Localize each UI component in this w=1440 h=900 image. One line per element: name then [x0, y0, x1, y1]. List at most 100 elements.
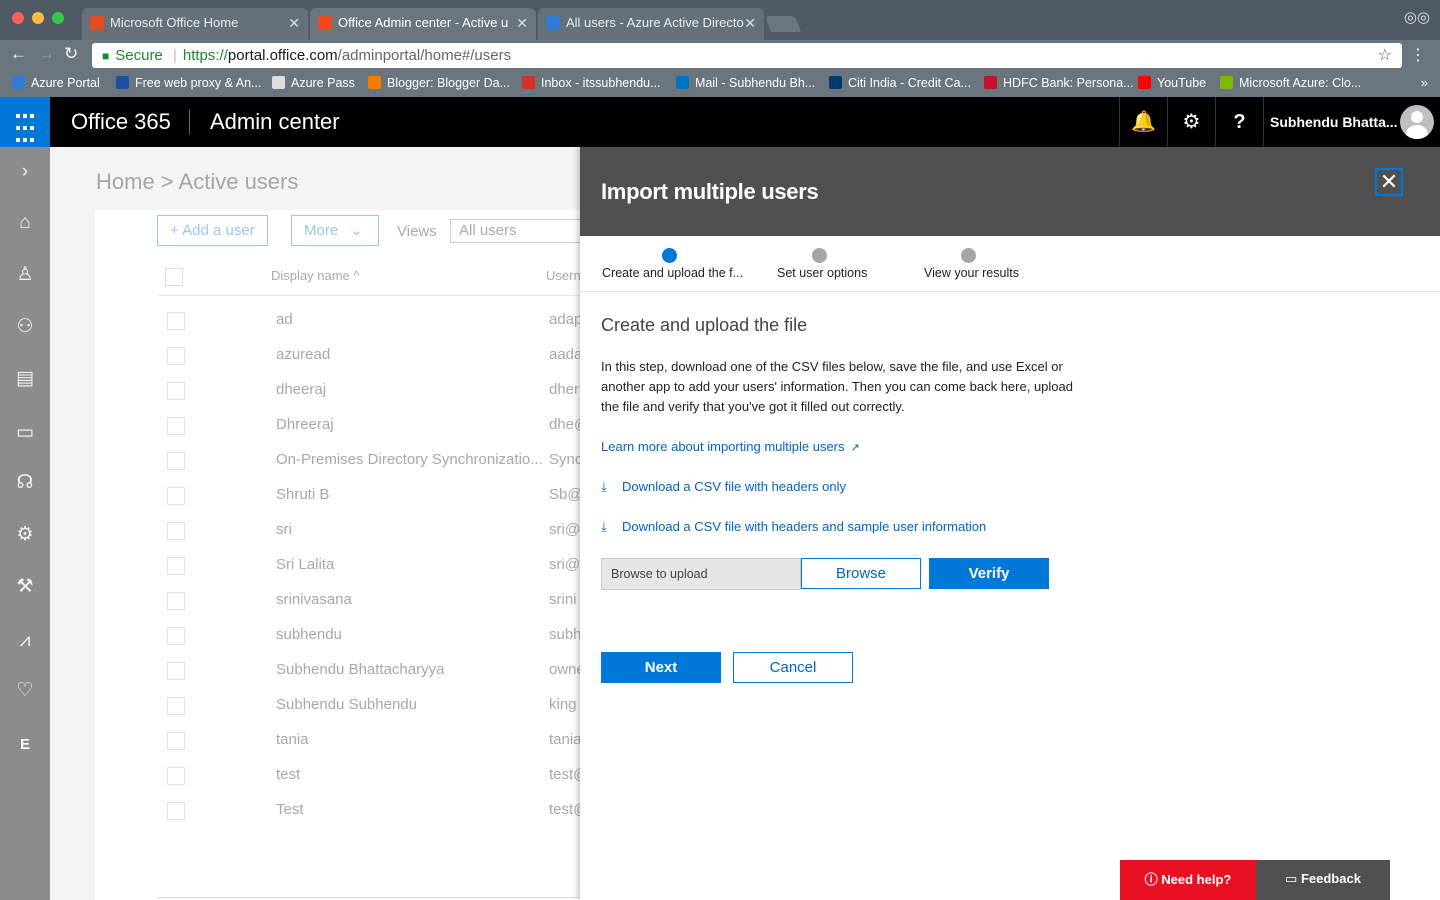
table-row[interactable]: Dhreeraj dhe@: [158, 409, 638, 444]
row-checkbox[interactable]: [167, 802, 185, 820]
help-question-icon[interactable]: ?: [1215, 97, 1263, 147]
new-tab-button[interactable]: [765, 16, 801, 32]
table-row[interactable]: dheeraj dher: [158, 374, 638, 409]
user-display-name[interactable]: Dhreeraj: [276, 416, 334, 433]
user-display-name[interactable]: tania: [276, 731, 309, 748]
verify-button[interactable]: Verify: [929, 558, 1049, 589]
username-column-header[interactable]: Userna: [546, 268, 580, 283]
bookmark-citi-india[interactable]: Citi India - Credit Ca...: [829, 76, 971, 90]
tab-close-icon[interactable]: ✕: [744, 8, 756, 38]
reports-chart-icon[interactable]: ⩘: [0, 621, 50, 661]
row-checkbox[interactable]: [167, 697, 185, 715]
forward-arrow-icon[interactable]: →: [38, 44, 55, 64]
user-menu[interactable]: Subhendu Bhatta...: [1263, 97, 1440, 147]
users-icon[interactable]: ♙: [0, 255, 50, 295]
back-arrow-icon[interactable]: ←: [10, 44, 27, 64]
learn-more-link[interactable]: Learn more about importing multiple user…: [601, 439, 860, 454]
resources-icon[interactable]: ▤: [0, 359, 50, 399]
groups-icon[interactable]: ⚇: [0, 307, 50, 347]
row-checkbox[interactable]: [167, 382, 185, 400]
tab-close-icon[interactable]: ✕: [288, 8, 300, 38]
row-checkbox[interactable]: [167, 312, 185, 330]
user-display-name[interactable]: ad: [276, 311, 293, 328]
exchange-admin-icon[interactable]: E: [0, 725, 50, 765]
table-row[interactable]: Subhendu Bhattacharyya owne: [158, 654, 638, 689]
row-checkbox[interactable]: [167, 347, 185, 365]
row-checkbox[interactable]: [167, 627, 185, 645]
cancel-button[interactable]: Cancel: [733, 652, 853, 683]
user-display-name[interactable]: Subhendu Bhattacharyya: [276, 661, 444, 678]
feedback-button[interactable]: ▭ Feedback: [1256, 860, 1390, 900]
user-display-name[interactable]: On-Premises Directory Synchronizatio...: [276, 451, 543, 468]
bookmark-azure-portal[interactable]: Azure Portal: [12, 76, 100, 90]
app-launcher-icon[interactable]: [0, 97, 50, 147]
bookmark-blogger[interactable]: Blogger: Blogger Da...: [368, 76, 510, 90]
user-display-name[interactable]: Test: [276, 801, 304, 818]
table-row[interactable]: ad adap: [158, 304, 638, 339]
download-csv-headers-link[interactable]: ⤓ Download a CSV file with headers only: [601, 479, 846, 495]
breadcrumb[interactable]: Home > Active users: [96, 169, 298, 195]
user-display-name[interactable]: Subhendu Subhendu: [276, 696, 417, 713]
window-minimize-button[interactable]: [32, 12, 44, 24]
table-row[interactable]: azuread aada: [158, 339, 638, 374]
display-name-column-header[interactable]: Display name ^: [271, 268, 359, 283]
window-zoom-button[interactable]: [52, 12, 64, 24]
user-display-name[interactable]: dheeraj: [276, 381, 326, 398]
user-display-name[interactable]: test: [276, 766, 300, 783]
file-upload-input[interactable]: Browse to upload: [601, 558, 801, 590]
bookmark-free-web-proxy[interactable]: Free web proxy & An...: [116, 76, 261, 90]
table-row[interactable]: srinivasana srini: [158, 584, 638, 619]
health-heart-icon[interactable]: ♡: [0, 671, 50, 711]
add-user-button[interactable]: + Add a user: [157, 215, 268, 246]
need-help-button[interactable]: ⓘ Need help?: [1120, 860, 1256, 900]
user-display-name[interactable]: Sri Lalita: [276, 556, 334, 573]
row-checkbox[interactable]: [167, 487, 185, 505]
next-button[interactable]: Next: [601, 652, 721, 683]
bookmarks-overflow-icon[interactable]: »: [1421, 75, 1428, 90]
row-checkbox[interactable]: [167, 452, 185, 470]
bookmark-gmail-inbox[interactable]: Inbox - itssubhendu...: [522, 76, 661, 90]
settings-gear-icon[interactable]: ⚙: [1167, 97, 1215, 147]
bookmark-microsoft-azure[interactable]: Microsoft Azure: Clo...: [1220, 76, 1361, 90]
reload-icon[interactable]: ↻: [64, 44, 78, 64]
bookmark-outlook-mail[interactable]: Mail - Subhendu Bh...: [676, 76, 815, 90]
row-checkbox[interactable]: [167, 732, 185, 750]
browse-button[interactable]: Browse: [801, 558, 921, 589]
user-display-name[interactable]: subhendu: [276, 626, 342, 643]
views-select[interactable]: All users: [450, 219, 590, 243]
table-row[interactable]: Sri Lalita sri@: [158, 549, 638, 584]
row-checkbox[interactable]: [167, 767, 185, 785]
user-display-name[interactable]: azuread: [276, 346, 330, 363]
bookmark-star-icon[interactable]: ☆: [1378, 43, 1392, 68]
window-close-button[interactable]: [12, 12, 24, 24]
row-checkbox[interactable]: [167, 417, 185, 435]
billing-icon[interactable]: ▭: [0, 413, 50, 453]
table-row[interactable]: test test@: [158, 759, 638, 794]
row-checkbox[interactable]: [167, 592, 185, 610]
row-checkbox[interactable]: [167, 557, 185, 575]
office365-brand[interactable]: Office 365: [71, 109, 171, 135]
bookmark-hdfc-bank[interactable]: HDFC Bank: Persona...: [984, 76, 1134, 90]
table-row[interactable]: sri sri@: [158, 514, 638, 549]
close-icon[interactable]: ✕: [1375, 168, 1403, 196]
settings-icon[interactable]: ⚙: [0, 515, 50, 555]
user-display-name[interactable]: srinivasana: [276, 591, 352, 608]
notifications-bell-icon[interactable]: 🔔: [1119, 97, 1167, 147]
browser-menu-icon[interactable]: ⋮: [1410, 45, 1426, 65]
table-row[interactable]: Test test@: [158, 794, 638, 829]
table-row[interactable]: Subhendu Subhendu king: [158, 689, 638, 724]
browser-tab-admin-center[interactable]: Office Admin center - Active u ✕: [310, 8, 536, 40]
address-bar[interactable]: ■ Secure | https://portal.office.com/admin…: [92, 43, 1402, 68]
row-checkbox[interactable]: [167, 662, 185, 680]
table-row[interactable]: On-Premises Directory Synchronizatio... S…: [158, 444, 638, 479]
expand-nav-chevron-icon[interactable]: ›: [0, 152, 50, 192]
user-display-name[interactable]: sri: [276, 521, 292, 538]
table-row[interactable]: subhendu subh: [158, 619, 638, 654]
row-checkbox[interactable]: [167, 522, 185, 540]
user-display-name[interactable]: Shruti B: [276, 486, 329, 503]
table-row[interactable]: Shruti B Sb@: [158, 479, 638, 514]
more-dropdown-button[interactable]: More ⌄: [291, 215, 379, 246]
table-row[interactable]: tania tania: [158, 724, 638, 759]
support-headset-icon[interactable]: ☊: [0, 463, 50, 503]
bookmark-azure-pass[interactable]: Azure Pass: [272, 76, 355, 90]
